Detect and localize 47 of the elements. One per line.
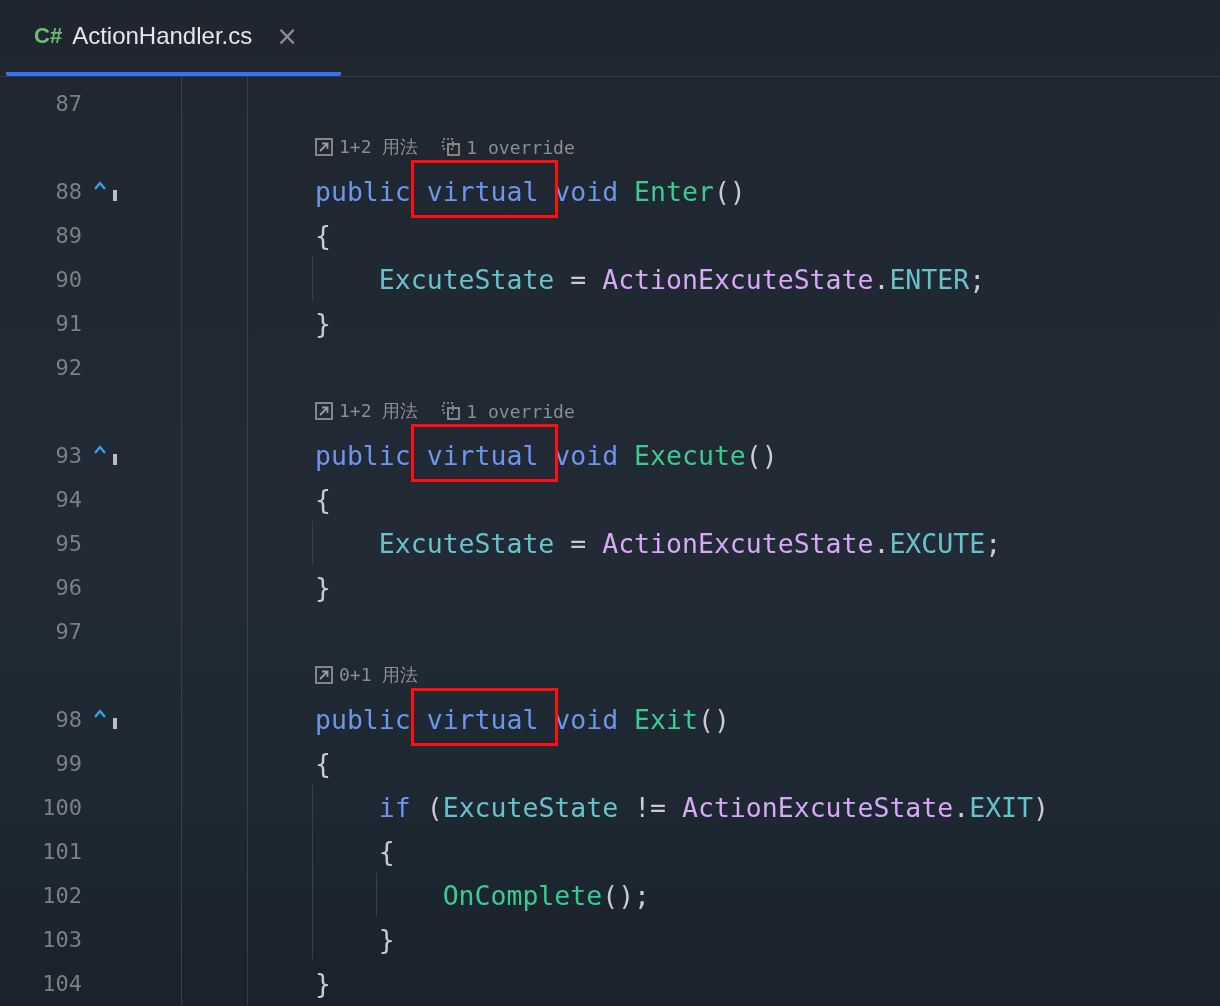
- close-icon[interactable]: ×: [276, 21, 298, 51]
- file-tab[interactable]: C# ActionHandler.cs ×: [6, 0, 341, 76]
- line-number: 104: [42, 970, 82, 996]
- usage-hint[interactable]: 1+2 用法: [339, 399, 419, 423]
- code-line: ExcuteState = ActionExcuteState.EXCUTE;: [377, 527, 1002, 559]
- code-line: public virtual void Exit(): [315, 703, 730, 735]
- line-number: 101: [42, 838, 82, 864]
- line-number: 96: [55, 574, 82, 600]
- usage-hint[interactable]: 1 override: [466, 136, 575, 158]
- usage-hint[interactable]: 1+2 用法: [339, 135, 419, 159]
- code-line: }: [377, 923, 395, 955]
- line-number: 87: [55, 90, 82, 116]
- code-line: public virtual void Enter(): [315, 175, 746, 207]
- line-number: 100: [42, 794, 82, 820]
- code-line: }: [315, 967, 331, 999]
- line-number: 97: [55, 618, 82, 644]
- code-line: }: [315, 307, 331, 339]
- line-number: 91: [55, 310, 82, 336]
- line-number: 95: [55, 530, 82, 556]
- usage-hint[interactable]: 0+1 用法: [339, 663, 419, 687]
- code-line: {: [315, 747, 331, 779]
- line-number: 94: [55, 486, 82, 512]
- code-line: {: [377, 835, 395, 867]
- line-number: 93: [55, 442, 82, 468]
- line-number: 92: [55, 354, 82, 380]
- code-line: public virtual void Execute(): [315, 439, 778, 471]
- line-number: 90: [55, 266, 82, 292]
- code-line: {: [315, 483, 331, 515]
- line-number: 98: [55, 706, 82, 732]
- code-line: ExcuteState = ActionExcuteState.ENTER;: [377, 263, 986, 295]
- dashed-square-icon: [442, 138, 461, 156]
- code-line: OnComplete();: [441, 879, 651, 911]
- code-line: }: [315, 571, 331, 603]
- language-label: C#: [34, 23, 63, 49]
- line-number: 99: [55, 750, 82, 776]
- arrow-box-icon: [315, 402, 333, 420]
- code-line: if (ExcuteState != ActionExcuteState.EXIT): [377, 791, 1049, 823]
- arrow-box-icon: [315, 666, 333, 684]
- line-number: 102: [42, 882, 82, 908]
- arrow-box-icon: [315, 138, 333, 156]
- line-number: 88: [55, 178, 82, 204]
- code-line: {: [315, 219, 331, 251]
- dashed-square-icon: [442, 402, 461, 420]
- usage-hint[interactable]: 1 override: [466, 400, 575, 422]
- line-number: 89: [55, 222, 82, 248]
- tab-title: ActionHandler.cs: [72, 22, 253, 50]
- line-number: 103: [42, 926, 82, 952]
